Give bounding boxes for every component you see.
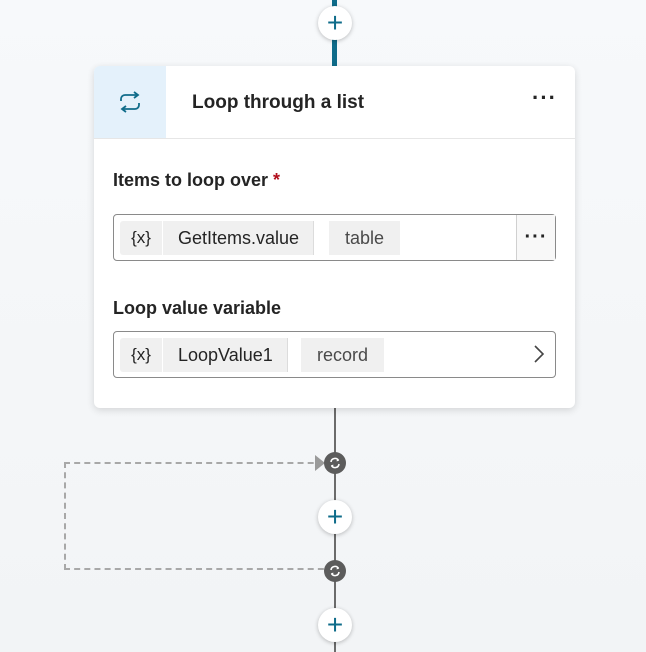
variable-icon: {x} [120,221,162,255]
chevron-right-icon[interactable] [533,344,545,369]
plus-icon: + [326,501,344,532]
card-title: Loop through a list [192,92,365,113]
loop-value-label: Loop value variable [113,298,282,318]
loop-icon [94,66,166,138]
required-indicator: * [273,170,281,190]
items-variable-name: GetItems.value [162,221,315,255]
add-step-button-bottom[interactable]: + [318,608,352,642]
items-to-loop-label-text: Items to loop over [113,170,269,190]
loop-back-path [64,462,334,570]
add-step-button-top[interactable]: + [318,6,352,40]
items-field-more-button[interactable]: ··· [516,215,555,260]
loop-value-field[interactable]: {x} LoopValue1 record [113,331,556,378]
variable-icon: {x} [120,338,162,372]
items-to-loop-label: Items to loop over * [113,170,280,191]
card-header: Loop through a list ··· [94,66,575,139]
loop-value-variable-type: record [301,338,385,372]
plus-icon: + [326,7,344,38]
card-more-options-button[interactable]: ··· [532,87,557,109]
loop-value-variable-name: LoopValue1 [162,338,288,372]
loop-node-card[interactable]: Loop through a list ··· Items to loop ov… [94,66,575,408]
add-step-button-inside-loop[interactable]: + [318,500,352,534]
loop-end-marker-icon [324,560,346,582]
items-variable-type: table [329,221,401,255]
items-to-loop-field[interactable]: {x} GetItems.value table ··· [113,214,556,261]
plus-icon: + [326,609,344,640]
loop-start-marker-icon [324,452,346,474]
